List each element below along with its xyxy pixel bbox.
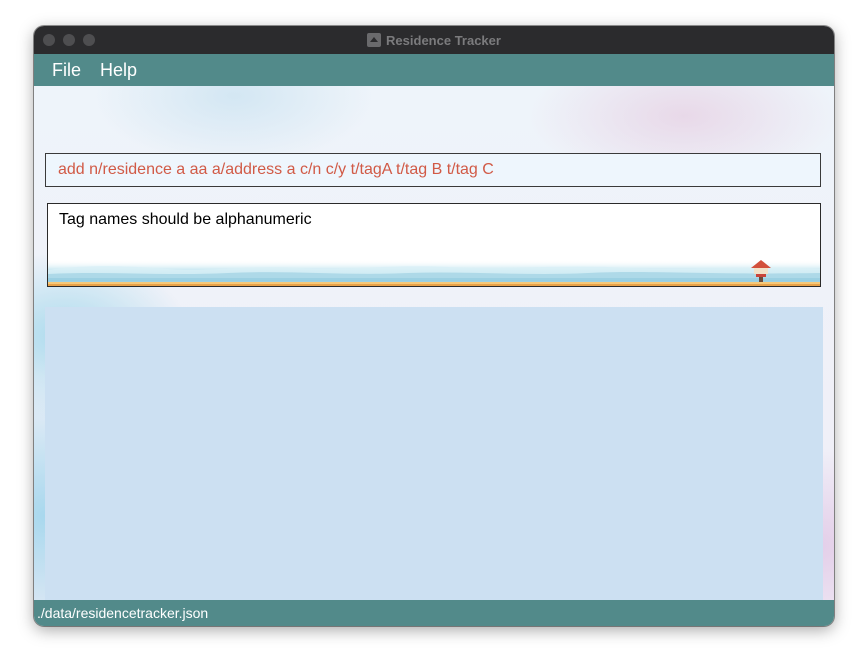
- residence-list-panel[interactable]: [45, 307, 823, 626]
- result-message: Tag names should be alphanumeric: [59, 211, 312, 228]
- save-file-path: ./data/residencetracker.json: [37, 605, 209, 621]
- menu-file[interactable]: File: [52, 60, 81, 81]
- app-window: Residence Tracker File Help add n/reside…: [34, 26, 834, 626]
- menu-help[interactable]: Help: [100, 60, 137, 81]
- window-title: Residence Tracker: [386, 32, 501, 48]
- command-input-text: add n/residence a aa a/address a c/n c/y…: [58, 161, 494, 178]
- menu-bar: File Help: [34, 54, 834, 86]
- beach-decoration: [48, 260, 820, 286]
- title-bar: Residence Tracker: [34, 26, 834, 54]
- app-icon: [367, 33, 382, 47]
- background-image: add n/residence a aa a/address a c/n c/y…: [34, 86, 834, 626]
- command-input[interactable]: add n/residence a aa a/address a c/n c/y…: [45, 153, 821, 187]
- result-display: Tag names should be alphanumeric: [47, 203, 821, 287]
- status-bar: ./data/residencetracker.json: [34, 600, 834, 626]
